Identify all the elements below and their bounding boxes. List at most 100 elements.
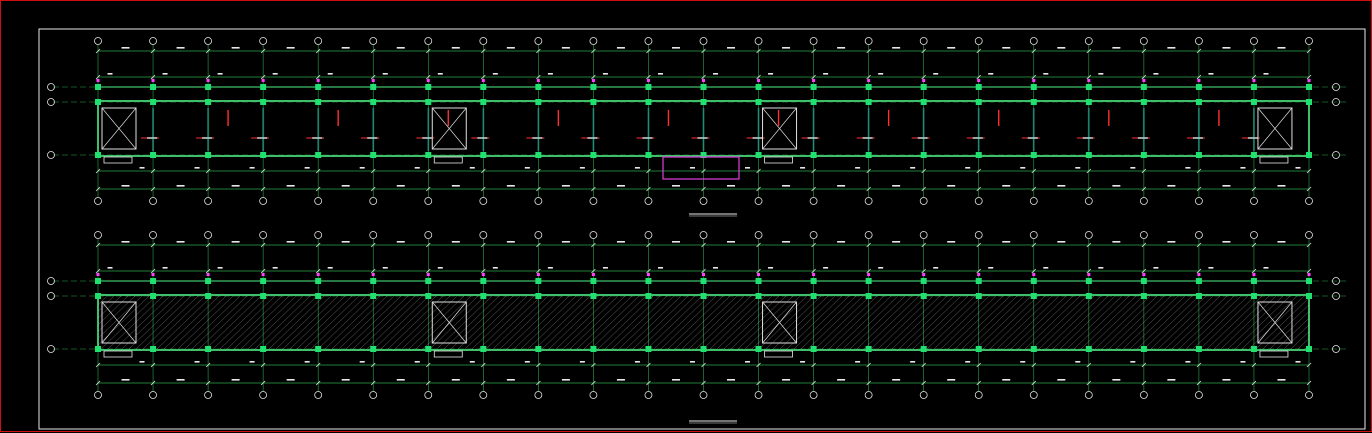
stair-landing xyxy=(1259,350,1289,358)
dimension-text xyxy=(249,361,255,363)
axis-bubble xyxy=(974,37,983,45)
dimension-text xyxy=(727,379,736,381)
cyan-detail xyxy=(1032,108,1035,151)
dimension-text xyxy=(1057,379,1066,381)
axis-bubble xyxy=(1029,37,1038,45)
axis-bubble xyxy=(864,391,873,399)
structural-column xyxy=(370,278,377,284)
axis-bubble xyxy=(699,197,708,205)
axis-bubble xyxy=(1084,231,1093,239)
structural-column xyxy=(975,346,982,352)
dimension-text xyxy=(286,47,295,49)
axis-bubble xyxy=(149,391,157,399)
axis-bubble xyxy=(314,37,323,45)
axis-bubble xyxy=(754,37,763,45)
dimension-text xyxy=(327,267,333,269)
structural-column xyxy=(1306,84,1312,90)
structural-column xyxy=(1250,99,1257,105)
column-mark xyxy=(1087,79,1091,82)
dimension-text xyxy=(671,47,680,49)
dimension-text xyxy=(1240,361,1246,363)
axis-bubble xyxy=(1195,391,1203,399)
dimension-text xyxy=(602,73,608,75)
structural-column xyxy=(590,99,597,105)
dimension-text xyxy=(139,167,145,169)
structural-column xyxy=(920,99,927,105)
dimension-text xyxy=(194,167,200,169)
structural-column xyxy=(755,99,762,105)
dimension-text xyxy=(745,167,751,169)
dimension-text xyxy=(451,185,460,187)
dimension-text xyxy=(1208,267,1214,269)
dimension-text xyxy=(162,73,168,75)
structural-column xyxy=(810,278,817,284)
cyan-detail xyxy=(702,108,705,151)
dimension-text xyxy=(1222,241,1231,243)
structural-column xyxy=(1030,152,1037,158)
cyan-detail xyxy=(647,108,650,151)
structural-column xyxy=(1195,152,1202,158)
column-mark xyxy=(151,273,155,276)
structural-column xyxy=(755,278,762,284)
cad-drawing[interactable] xyxy=(1,1,1372,433)
column-mark xyxy=(757,273,761,276)
structural-column xyxy=(205,278,212,284)
axis-bubble xyxy=(644,197,653,205)
axis-bubble xyxy=(644,391,653,399)
structural-column xyxy=(425,293,432,299)
structural-column xyxy=(865,152,872,158)
dimension-text xyxy=(414,361,420,363)
axis-bubble xyxy=(809,391,818,399)
dimension-text xyxy=(837,185,846,187)
dimension-text xyxy=(506,185,515,187)
dimension-text xyxy=(359,361,365,363)
dimension-text xyxy=(176,379,185,381)
axis-bubble xyxy=(314,231,323,239)
axis-bubble xyxy=(1250,231,1258,239)
structural-column xyxy=(95,84,101,90)
structural-column xyxy=(425,99,432,105)
cad-viewport[interactable] xyxy=(0,0,1372,432)
dimension-text xyxy=(121,185,130,187)
dimension-text xyxy=(910,167,916,169)
cyan-detail xyxy=(482,108,485,151)
column-mark xyxy=(96,79,100,82)
column-mark xyxy=(371,273,375,276)
axis-bubble xyxy=(94,197,102,205)
dimension-text xyxy=(231,47,240,49)
cyan-detail xyxy=(152,108,155,151)
structural-column xyxy=(920,346,927,352)
axis-bubble xyxy=(644,37,653,45)
dimension-text xyxy=(947,241,956,243)
axis-bubble xyxy=(1195,37,1203,45)
dimension-text xyxy=(892,379,901,381)
structural-column xyxy=(810,84,817,90)
structural-column xyxy=(205,346,212,352)
structural-column xyxy=(535,278,542,284)
dimension-text xyxy=(1002,241,1011,243)
dimension-text xyxy=(1222,185,1231,187)
axis-bubble xyxy=(204,391,212,399)
axis-bubble xyxy=(1195,231,1203,239)
axis-bubble xyxy=(94,391,102,399)
column-mark xyxy=(1032,79,1036,82)
dimension-text xyxy=(616,185,625,187)
dimension-text xyxy=(341,241,350,243)
dimension-text xyxy=(1075,361,1081,363)
structural-column xyxy=(260,152,267,158)
axis-bubble xyxy=(699,391,708,399)
column-mark xyxy=(481,273,485,276)
axis-bubble xyxy=(1029,231,1038,239)
axis-bubble xyxy=(974,391,983,399)
axis-bubble xyxy=(589,231,598,239)
column-mark xyxy=(96,273,100,276)
column-mark xyxy=(1307,273,1311,276)
structural-column xyxy=(535,346,542,352)
structural-column xyxy=(315,152,322,158)
column-mark xyxy=(646,79,650,82)
column-mark xyxy=(536,79,540,82)
structural-column xyxy=(700,293,707,299)
dimension-text xyxy=(382,267,388,269)
dimension-text xyxy=(713,267,719,269)
axis-bubble xyxy=(699,231,708,239)
